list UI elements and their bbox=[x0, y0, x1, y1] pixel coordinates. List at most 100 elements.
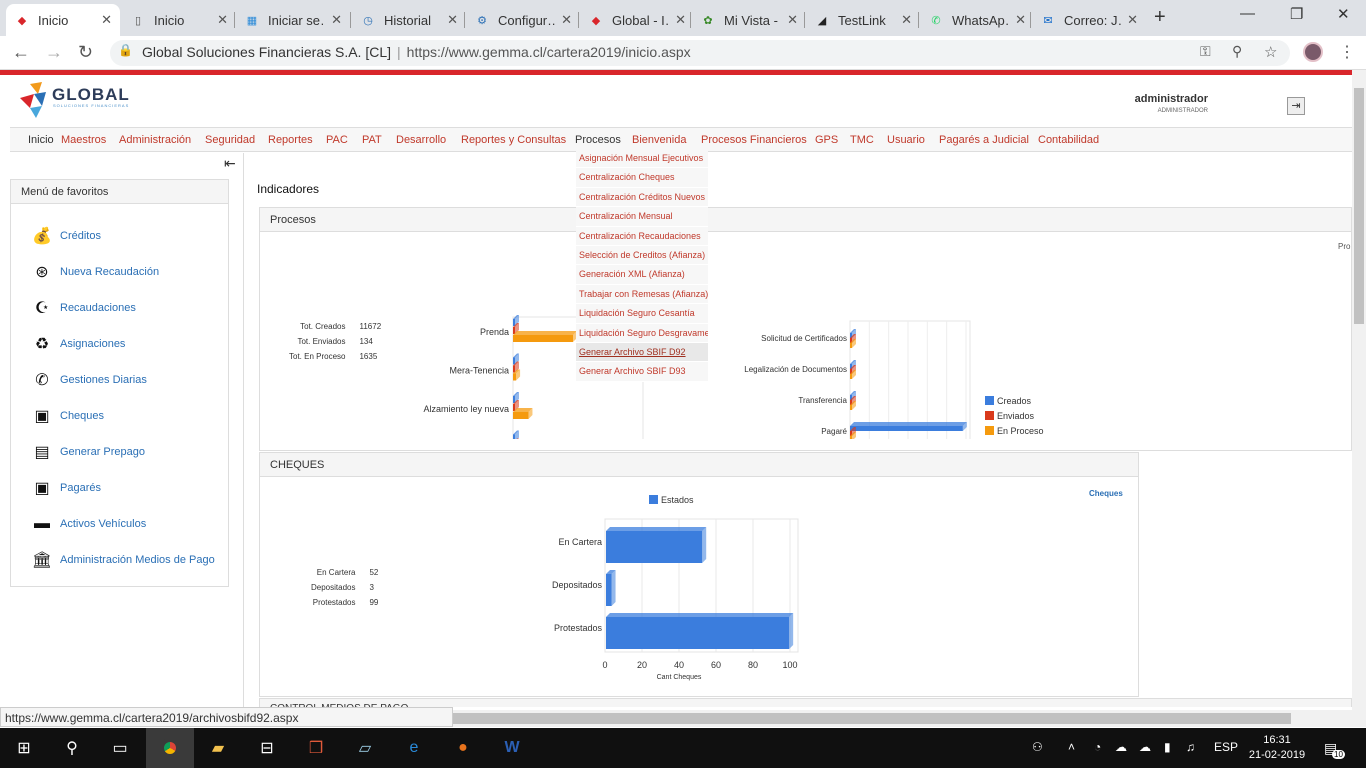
browser-tab[interactable]: ◷ Historial ✕ bbox=[352, 4, 466, 36]
menu-item[interactable]: Reportes y Consultas bbox=[461, 134, 566, 146]
browser-tab[interactable]: ✉ Correo: J… ✕ bbox=[1032, 4, 1146, 36]
new-tab-button[interactable]: + bbox=[1154, 6, 1166, 29]
clock[interactable]: 16:31 21-02-2019 bbox=[1247, 733, 1307, 763]
restore-icon[interactable]: ❐ bbox=[1290, 5, 1303, 23]
close-tab-icon[interactable]: ✕ bbox=[217, 12, 228, 28]
menu-item[interactable]: Inicio bbox=[28, 134, 54, 146]
address-text[interactable]: Global Soluciones Financieras S.A. [CL] |… bbox=[142, 44, 691, 60]
close-tab-icon[interactable]: ✕ bbox=[331, 12, 342, 28]
network-icon[interactable]: ◔ bbox=[1094, 740, 1101, 754]
favorite-label[interactable]: Pagarés bbox=[60, 482, 101, 494]
dropdown-item[interactable]: Centralización Créditos Nuevos bbox=[576, 188, 708, 208]
favorite-item[interactable]: 🏛 Administración Medios de Pago bbox=[31, 550, 215, 570]
browser-menu-icon[interactable]: ⋮ bbox=[1339, 42, 1355, 62]
cheques-link[interactable]: Cheques bbox=[1089, 489, 1123, 498]
favorite-item[interactable]: ☪ Recaudaciones bbox=[31, 298, 136, 318]
menu-item[interactable]: Desarrollo bbox=[396, 134, 446, 146]
menu-item[interactable]: Seguridad bbox=[205, 134, 255, 146]
store-icon[interactable]: ⊟ bbox=[243, 728, 291, 768]
browser-tab[interactable]: ◆ Global - I… ✕ bbox=[580, 4, 694, 36]
browser-tab[interactable]: ▯ Inicio ✕ bbox=[122, 4, 236, 36]
close-tab-icon[interactable]: ✕ bbox=[901, 12, 912, 28]
menu-item[interactable]: Procesos bbox=[575, 134, 621, 146]
file-explorer-icon[interactable]: ▰ bbox=[194, 728, 242, 768]
dropdown-item[interactable]: Centralización Cheques bbox=[576, 168, 708, 188]
favorite-label[interactable]: Asignaciones bbox=[60, 338, 125, 350]
dropdown-item[interactable]: Centralización Mensual bbox=[576, 207, 708, 227]
cloud-icon[interactable]: ☁ bbox=[1115, 740, 1127, 754]
menu-item[interactable]: Procesos Financieros bbox=[701, 134, 807, 146]
tray-chevron-icon[interactable]: ˄ bbox=[1068, 740, 1075, 754]
favorite-label[interactable]: Gestiones Diarias bbox=[60, 374, 147, 386]
menu-item[interactable]: Reportes bbox=[268, 134, 313, 146]
dropdown-item[interactable]: Asignación Mensual Ejecutivos bbox=[576, 149, 708, 169]
favorite-label[interactable]: Créditos bbox=[60, 230, 101, 242]
collapse-sidebar-icon[interactable]: ⇤ bbox=[224, 155, 236, 172]
menu-item[interactable]: Bienvenida bbox=[632, 134, 686, 146]
close-window-icon[interactable]: ✕ bbox=[1337, 5, 1350, 23]
zoom-icon[interactable]: ⚲ bbox=[1232, 43, 1242, 60]
close-tab-icon[interactable]: ✕ bbox=[1015, 12, 1026, 28]
vertical-scroll-thumb[interactable] bbox=[1354, 88, 1364, 324]
browser-tab[interactable]: ✿ Mi Vista - ✕ bbox=[692, 4, 806, 36]
minimize-icon[interactable]: — bbox=[1240, 5, 1255, 22]
profile-avatar[interactable] bbox=[1303, 42, 1323, 62]
task-view-icon[interactable]: ▭ bbox=[96, 728, 144, 768]
horizontal-scroll-thumb[interactable] bbox=[453, 713, 1291, 724]
favorite-label[interactable]: Recaudaciones bbox=[60, 302, 136, 314]
close-tab-icon[interactable]: ✕ bbox=[675, 12, 686, 28]
language-indicator[interactable]: ESP bbox=[1214, 740, 1238, 754]
chrome-taskbar-icon[interactable] bbox=[146, 728, 194, 768]
lock-icon[interactable]: 🔒 bbox=[118, 43, 133, 57]
dropdown-item[interactable]: Trabajar con Remesas (Afianza) bbox=[576, 285, 708, 305]
menu-item[interactable]: Administración bbox=[119, 134, 191, 146]
favorite-label[interactable]: Activos Vehículos bbox=[60, 518, 146, 530]
sync-icon[interactable]: ☁ bbox=[1139, 740, 1151, 754]
dropdown-item[interactable]: Generación XML (Afianza) bbox=[576, 265, 708, 285]
dropdown-item[interactable]: Liquidación Seguro Cesantía bbox=[576, 304, 708, 324]
browser-tab[interactable]: ⚙ Configur… ✕ bbox=[466, 4, 580, 36]
logout-icon[interactable]: ⇥ bbox=[1287, 97, 1305, 115]
favorite-item[interactable]: ✆ Gestiones Diarias bbox=[31, 370, 147, 390]
favorite-label[interactable]: Administración Medios de Pago bbox=[60, 554, 215, 566]
favorite-item[interactable]: ▬ Activos Vehículos bbox=[31, 514, 146, 534]
dropdown-item[interactable]: Centralización Recaudaciones bbox=[576, 227, 708, 246]
favorite-item[interactable]: ♻ Asignaciones bbox=[31, 334, 126, 354]
favorite-item[interactable]: ▤ Generar Prepago bbox=[31, 442, 145, 462]
back-icon[interactable]: ← bbox=[12, 42, 30, 63]
browser-tab[interactable]: ▦ Iniciar se… ✕ bbox=[236, 4, 350, 36]
notepad-icon[interactable]: ▱ bbox=[341, 728, 389, 768]
menu-item[interactable]: PAT bbox=[362, 134, 382, 146]
firefox-icon[interactable]: ● bbox=[439, 728, 487, 768]
close-tab-icon[interactable]: ✕ bbox=[447, 12, 458, 28]
forward-icon[interactable]: → bbox=[45, 42, 63, 63]
wifi-icon[interactable]: ▮ bbox=[1164, 740, 1171, 754]
favorite-item[interactable]: 💰 Créditos bbox=[31, 226, 101, 246]
favorite-label[interactable]: Generar Prepago bbox=[60, 446, 145, 458]
dropdown-item[interactable]: Liquidación Seguro Desgravamen bbox=[576, 324, 708, 343]
dropdown-item[interactable]: Generar Archivo SBIF D92 bbox=[576, 342, 708, 363]
reload-icon[interactable]: ↻ bbox=[78, 42, 93, 63]
close-tab-icon[interactable]: ✕ bbox=[561, 12, 572, 28]
menu-item[interactable]: Pagarés a Judicial bbox=[939, 134, 1029, 146]
edge-icon[interactable]: e bbox=[390, 728, 438, 768]
people-icon[interactable]: ⚇ bbox=[1032, 740, 1043, 754]
menu-item[interactable]: GPS bbox=[815, 134, 838, 146]
volume-icon[interactable]: ♫ bbox=[1186, 740, 1195, 754]
browser-tab[interactable]: ◢ TestLink ✕ bbox=[806, 4, 920, 36]
menu-item[interactable]: TMC bbox=[850, 134, 874, 146]
key-icon[interactable]: ⚿ bbox=[1200, 43, 1211, 60]
close-tab-icon[interactable]: ✕ bbox=[787, 12, 798, 28]
search-icon[interactable]: ⚲ bbox=[48, 728, 96, 768]
word-icon[interactable]: W bbox=[488, 728, 536, 768]
menu-item[interactable]: PAC bbox=[326, 134, 348, 146]
close-tab-icon[interactable]: ✕ bbox=[101, 12, 112, 28]
favorite-item[interactable]: ⊛ Nueva Recaudación bbox=[31, 262, 159, 282]
favorite-item[interactable]: ▣ Pagarés bbox=[31, 478, 101, 498]
menu-item[interactable]: Maestros bbox=[61, 134, 106, 146]
dropdown-item[interactable]: Generar Archivo SBIF D93 bbox=[576, 362, 708, 382]
browser-tab[interactable]: ◆ Inicio ✕ bbox=[6, 4, 120, 36]
favorite-label[interactable]: Cheques bbox=[60, 410, 104, 422]
favorite-label[interactable]: Nueva Recaudación bbox=[60, 266, 159, 278]
bookmark-star-icon[interactable]: ☆ bbox=[1264, 43, 1277, 61]
